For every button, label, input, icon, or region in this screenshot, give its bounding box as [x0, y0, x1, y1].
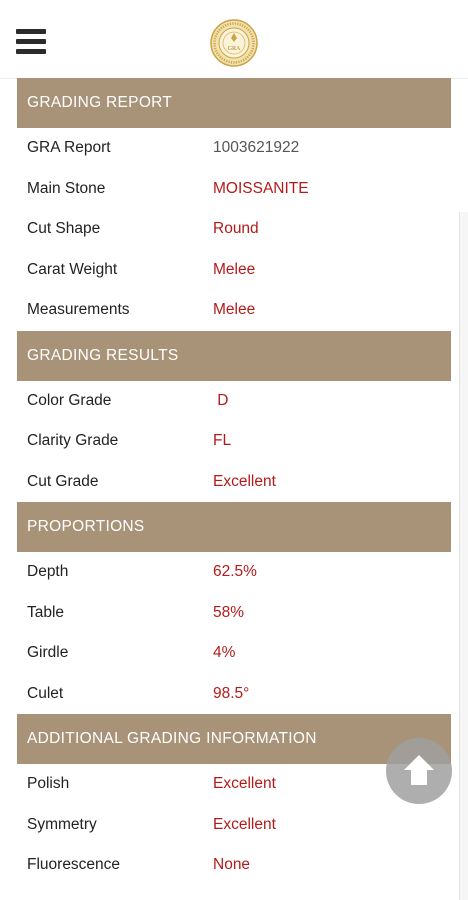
row-label: Symmetry [27, 815, 97, 833]
row-value: D [213, 391, 229, 409]
logo-svg: GRA [210, 19, 258, 67]
row-value: 4% [213, 644, 236, 662]
arrow-up-icon [404, 755, 434, 785]
row-cut-shape: Cut Shape Round [17, 209, 451, 250]
row-culet: Culet 98.5° [17, 674, 451, 715]
row-label: Girdle [27, 644, 69, 662]
row-fluorescence: Fluorescence None [17, 845, 451, 886]
row-label: Depth [27, 563, 69, 581]
row-value: Excellent [213, 815, 276, 833]
row-label: Cut Shape [27, 220, 101, 238]
row-label: Culet [27, 684, 64, 702]
row-label: Polish [27, 775, 70, 793]
row-label: Cut Grade [27, 472, 99, 490]
row-value: MOISSANITE [213, 179, 309, 197]
row-depth: Depth 62.5% [17, 552, 451, 593]
row-label: Measurements [27, 301, 130, 319]
menu-line [16, 39, 46, 44]
row-label: GRA Report [27, 139, 111, 157]
row-clarity-grade: Clarity Grade FL [17, 421, 451, 462]
row-value: FL [213, 432, 232, 450]
logo-text: GRA [228, 46, 241, 52]
row-cut-grade: Cut Grade Excellent [17, 462, 451, 503]
row-symmetry: Symmetry Excellent [17, 805, 451, 846]
row-label: Color Grade [27, 391, 112, 409]
section-header-grading-report: GRADING REPORT [17, 78, 451, 128]
row-gra-report: GRA Report 1003621922 [17, 128, 451, 169]
row-value: Melee [213, 301, 256, 319]
row-carat-weight: Carat Weight Melee [17, 250, 451, 291]
row-value: 58% [213, 603, 245, 621]
row-girdle: Girdle 4% [17, 633, 451, 674]
row-label: Main Stone [27, 179, 106, 197]
row-value: Melee [213, 260, 256, 278]
menu-line [16, 49, 46, 54]
row-measurements: Measurements Melee [17, 290, 451, 331]
row-value: Excellent [213, 775, 276, 793]
row-label: Table [27, 603, 65, 621]
section-header-grading-results: GRADING RESULTS [17, 330, 451, 381]
row-value: Round [213, 220, 259, 238]
row-color-grade: Color Grade D [17, 381, 451, 422]
row-value: 1003621922 [213, 139, 300, 157]
row-label: Fluorescence [27, 856, 121, 874]
row-value: 98.5° [213, 684, 250, 702]
hamburger-menu-icon[interactable] [14, 27, 48, 57]
gra-seal-logo-icon[interactable]: GRA [210, 19, 258, 67]
scroll-to-top-button[interactable] [386, 738, 452, 804]
row-label: Carat Weight [27, 260, 118, 278]
row-value: None [213, 856, 251, 874]
row-main-stone: Main Stone MOISSANITE [17, 169, 451, 210]
page-scrollbar[interactable] [459, 212, 468, 900]
row-value: 62.5% [213, 563, 257, 581]
row-label: Clarity Grade [27, 432, 119, 450]
section-header-proportions: PROPORTIONS [17, 502, 451, 552]
top-bar: GRA [0, 0, 468, 79]
menu-line [16, 29, 46, 34]
row-value: Excellent [213, 472, 276, 490]
row-table: Table 58% [17, 593, 451, 634]
